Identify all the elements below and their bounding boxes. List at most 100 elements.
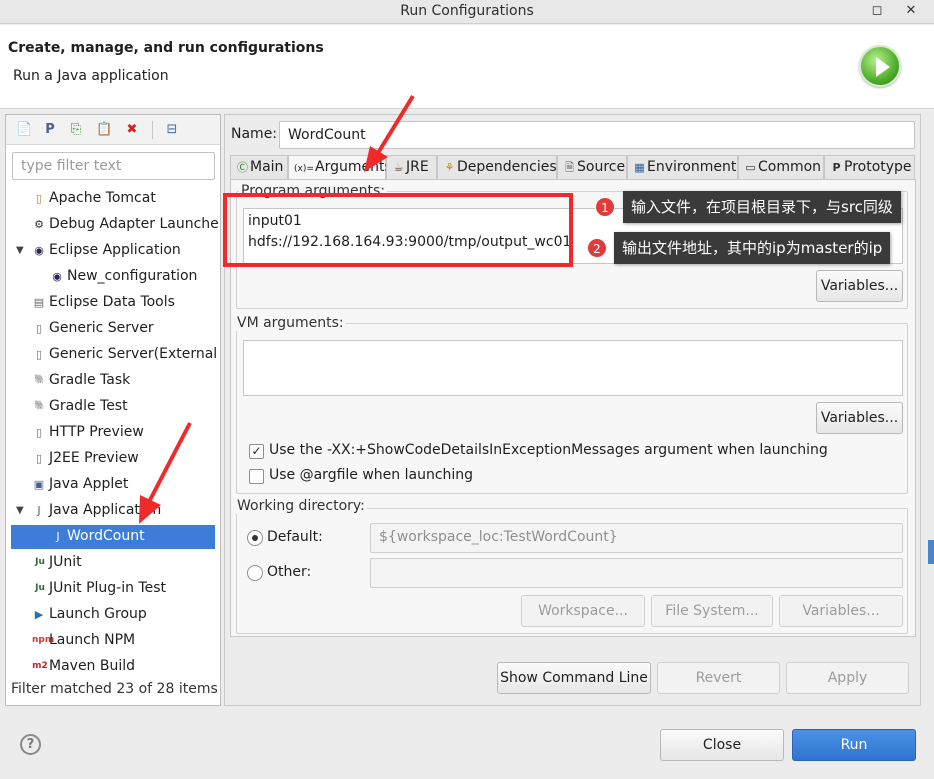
tree-item-generic-server-external-la[interactable]: ▯ Generic Server(External La [6,343,220,367]
restore-icon[interactable]: ◻ [868,2,886,20]
revert-button[interactable]: Revert [657,662,780,694]
java-app-icon: J [37,504,41,517]
tree-item-label: Gradle Test [49,398,128,414]
tree-item-java-applet[interactable]: ▣ Java Applet [6,473,220,497]
tree-item-launch-group[interactable]: ▶ Launch Group [6,603,220,627]
tab-main-label: Main [250,159,284,175]
tree-item-j2ee-preview[interactable]: ▯ J2EE Preview [6,447,220,471]
tree-item-debug-adapter-launcher[interactable]: ⚙ Debug Adapter Launcher [6,213,220,237]
tree-item-launch-npm[interactable]: npm Launch NPM [6,629,220,653]
configuration-list-panel: 📄 P ⎘ 📋 ✖ ⊟ ▯ Apache Tomcat ⚙ Debug Adapter… [5,114,221,706]
expand-arrow-icon[interactable]: ▼ [16,505,24,516]
delete-icon[interactable]: ✖ [124,122,140,138]
tree-item-maven-build[interactable]: m2 Maven Build [6,655,220,677]
tree-item-junit[interactable]: Ju JUnit [6,551,220,575]
tab-environment[interactable]: ▦ Environment [627,155,738,179]
show-command-line-button[interactable]: Show Command Line [497,662,651,694]
tree-item-label: JUnit [49,554,82,570]
tree-item-eclipse-data-tools[interactable]: ▤ Eclipse Data Tools [6,291,220,315]
name-label: Name: [231,126,278,142]
tab-dependencies-label: Dependencies [457,159,557,175]
tab-jre-label: JRE [406,159,429,175]
tree-item-label: Gradle Task [49,372,131,388]
run-play-icon [859,45,901,87]
tab-source-label: Source [577,159,626,175]
environment-tab-icon: ▦ [634,161,645,174]
java-app-icon: J [56,530,60,543]
other-radio[interactable] [247,565,263,581]
tab-common[interactable]: ▭ Common [738,155,824,179]
vm-arguments-input[interactable] [243,340,903,396]
window-title: Run Configurations [400,3,534,19]
tree-item-apache-tomcat[interactable]: ▯ Apache Tomcat [6,187,220,211]
tab-common-label: Common [758,159,822,175]
export-icon[interactable]: 📋 [96,122,112,138]
applet-icon: ▣ [33,478,45,491]
jre-tab-icon: ☕ [393,161,404,174]
tree-item-http-preview[interactable]: ▯ HTTP Preview [6,421,220,445]
tab-dependencies[interactable]: ⚘ Dependencies [437,155,557,179]
other-label: Other: [267,564,312,580]
working-dir-variables-button[interactable]: Variables... [779,595,903,627]
program-variables-button[interactable]: Variables... [816,270,903,302]
run-button[interactable]: Run [792,729,916,761]
tree-item-gradle-task[interactable]: 🐘 Gradle Task [6,369,220,393]
tree-item-eclipse-application[interactable]: ▼ ◉ Eclipse Application [6,239,220,263]
new-prototype-icon[interactable]: P [42,122,58,138]
header-subtitle: Run a Java application [13,68,169,84]
tree-item-label: WordCount [67,528,145,544]
launch-group-icon: ▶ [34,608,44,621]
workspace-button[interactable]: Workspace... [521,595,645,627]
callout-output-path: 输出文件地址，其中的ip为master的ip [614,232,891,264]
close-window-icon[interactable]: ✕ [902,2,920,20]
vm-variables-button[interactable]: Variables... [816,402,903,434]
name-input[interactable] [279,121,915,149]
dependencies-tab-icon: ⚘ [444,161,455,174]
tab-arguments-label: Arguments [315,159,392,175]
arguments-tab-icon: (x)= [294,164,314,174]
eclipse-icon: ◉ [34,244,44,257]
tree-item-label: HTTP Preview [49,424,144,440]
tree-item-label: Debug Adapter Launcher [49,216,220,232]
config-tabs: Ⓒ Main (x)=Arguments ☕ JRE ⚘ Dependencies 🗎… [230,155,917,181]
help-icon[interactable]: ? [20,734,41,755]
close-button[interactable]: Close [660,729,784,761]
collapse-all-icon[interactable]: ⊟ [164,122,180,138]
apply-button[interactable]: Apply [786,662,909,694]
tree-item-gradle-test[interactable]: 🐘 Gradle Test [6,395,220,419]
tab-source[interactable]: 🗎 Source [557,155,627,179]
filter-input[interactable] [12,152,215,180]
other-directory-field[interactable] [370,558,903,588]
database-icon: ▤ [33,296,45,309]
tab-arguments[interactable]: (x)=Arguments [288,155,392,181]
filter-status: Filter matched 23 of 28 items [11,681,218,697]
default-radio[interactable] [247,530,263,546]
tab-jre[interactable]: ☕ JRE [386,155,437,179]
tree-item-label: Apache Tomcat [49,190,156,206]
tree-item-junit-plug-in-test[interactable]: Ju JUnit Plug-in Test [6,577,220,601]
tree-item-java-application[interactable]: ▼ J Java Application [6,499,220,523]
tree-item-label: Java Application [49,502,162,518]
tree-item-label: Eclipse Application [49,242,181,258]
show-code-details-label: Use the -XX:+ShowCodeDetailsInExceptionM… [269,442,828,458]
argfile-label: Use @argfile when launching [269,467,474,483]
window-titlebar: Run Configurations ◻ ✕ [0,0,934,24]
default-label: Default: [267,529,323,545]
tree-item-new-configuration[interactable]: ◉ New_configuration [6,265,220,289]
default-directory-field: ${workspace_loc:TestWordCount} [370,523,903,553]
callout-input-file: 输入文件，在项目根目录下，与src同级 [623,191,901,223]
tab-main[interactable]: Ⓒ Main [230,155,288,179]
new-configuration-icon[interactable]: 📄 [16,122,32,138]
debug-adapter-icon: ⚙ [34,218,44,231]
source-tab-icon: 🗎 [565,161,574,174]
show-code-details-checkbox[interactable]: ✓ [249,444,264,459]
tree-item-wordcount[interactable]: J WordCount [11,525,215,549]
file-system-button[interactable]: File System... [651,595,773,627]
expand-arrow-icon[interactable]: ▼ [16,245,24,256]
tree-item-label: Launch NPM [49,632,136,648]
tree-item-generic-server[interactable]: ▯ Generic Server [6,317,220,341]
prototype-tab-icon: P [832,161,841,174]
argfile-checkbox[interactable] [249,469,264,484]
duplicate-icon[interactable]: ⎘ [68,122,84,138]
tab-prototype[interactable]: P Prototype [824,155,915,179]
